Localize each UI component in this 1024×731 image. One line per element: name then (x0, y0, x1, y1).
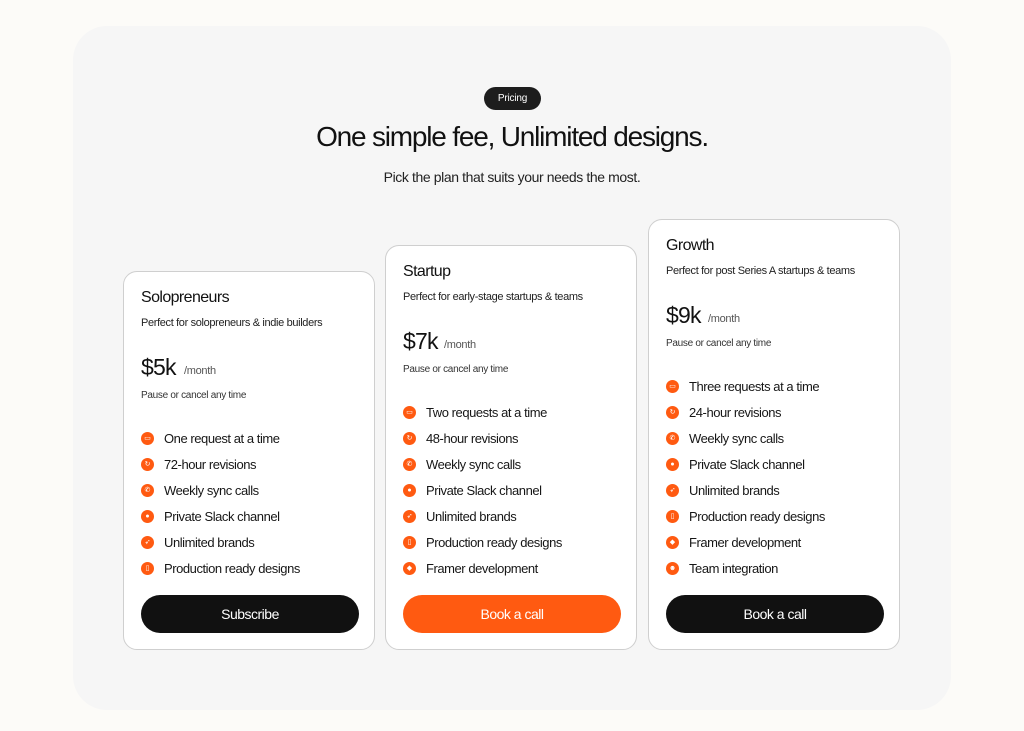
refresh-icon: ↻ (666, 405, 679, 419)
feature-item: ◆ Framer development (403, 555, 562, 581)
plan-card-solopreneurs: Solopreneurs Perfect for solopreneurs & … (123, 271, 375, 650)
rocket-icon: ➶ (403, 509, 416, 523)
framer-icon: ◆ (666, 535, 679, 549)
feature-list: ▭ One request at a time ↻ 72-hour revision… (141, 425, 300, 581)
plan-period: /month (444, 339, 476, 351)
feature-text: 48-hour revisions (426, 430, 519, 446)
page-title: One simple fee, Unlimited designs. (316, 121, 709, 152)
framer-icon: ◆ (403, 561, 416, 575)
feature-item: ↻ 48-hour revisions (403, 425, 562, 451)
feature-item: ● Private Slack channel (403, 477, 562, 503)
feature-item: ↻ 72-hour revisions (141, 451, 300, 477)
feature-item: ▭ One request at a time (141, 425, 300, 451)
feature-item: ▭ Three requests at a time (666, 373, 825, 399)
feature-text: Unlimited brands (426, 508, 517, 524)
plan-period: /month (708, 313, 740, 325)
feature-text: Team integration (689, 560, 778, 576)
phone-icon: ✆ (666, 431, 679, 445)
plan-card-growth: Growth Perfect for post Series A startup… (648, 219, 900, 650)
feature-item: ▯ Production ready designs (141, 555, 300, 581)
refresh-icon: ↻ (141, 457, 154, 471)
rocket-icon: ➶ (141, 535, 154, 549)
chat-icon: ● (403, 483, 416, 497)
feature-text: Three requests at a time (689, 378, 820, 394)
feature-item: ✆ Weekly sync calls (141, 477, 300, 503)
plan-period: /month (184, 365, 216, 377)
phone-icon: ✆ (403, 457, 416, 471)
feature-item: ◆ Framer development (666, 529, 825, 555)
plan-title: Startup (403, 263, 451, 280)
feature-item: ➶ Unlimited brands (141, 529, 300, 555)
feature-item: ● Private Slack channel (141, 503, 300, 529)
book-call-button[interactable]: Book a call (666, 595, 884, 633)
feature-text: One request at a time (164, 430, 280, 446)
phone-icon: ✆ (141, 483, 154, 497)
page-subtitle: Pick the plan that suits your needs the … (383, 169, 641, 185)
chat-icon: ● (141, 509, 154, 523)
feature-item: ● Private Slack channel (666, 451, 825, 477)
plan-title: Solopreneurs (141, 289, 230, 306)
device-icon: ▯ (403, 535, 416, 549)
feature-item: ↻ 24-hour revisions (666, 399, 825, 425)
feature-text: Private Slack channel (689, 456, 805, 472)
inbox-icon: ▭ (666, 379, 679, 393)
feature-text: Production ready designs (689, 508, 825, 524)
device-icon: ▯ (666, 509, 679, 523)
plan-price: $5k (141, 354, 176, 380)
book-call-button[interactable]: Book a call (403, 595, 621, 633)
feature-text: Two requests at a time (426, 404, 547, 420)
feature-item: ▯ Production ready designs (403, 529, 562, 555)
inbox-icon: ▭ (141, 431, 154, 445)
feature-item: ✆ Weekly sync calls (403, 451, 562, 477)
feature-text: Unlimited brands (164, 534, 255, 550)
feature-text: Production ready designs (426, 534, 562, 550)
plan-title: Growth (666, 237, 715, 254)
feature-item: ☻ Team integration (666, 555, 825, 581)
team-icon: ☻ (666, 561, 679, 575)
rocket-icon: ➶ (666, 483, 679, 497)
plan-price: $7k (403, 328, 438, 354)
device-icon: ▯ (141, 561, 154, 575)
feature-text: Private Slack channel (426, 482, 542, 498)
feature-text: Production ready designs (164, 560, 300, 576)
feature-item: ➶ Unlimited brands (403, 503, 562, 529)
feature-text: Unlimited brands (689, 482, 780, 498)
chat-icon: ● (666, 457, 679, 471)
feature-text: 72-hour revisions (164, 456, 257, 472)
plan-note: Pause or cancel any time (141, 390, 247, 401)
plan-description: Perfect for early-stage startups & teams (403, 291, 583, 303)
plan-card-startup: Startup Perfect for early-stage startups… (385, 245, 637, 650)
feature-text: Weekly sync calls (164, 482, 259, 498)
plan-description: Perfect for solopreneurs & indie builder… (141, 317, 323, 329)
inbox-icon: ▭ (403, 405, 416, 419)
plan-note: Pause or cancel any time (403, 364, 509, 375)
feature-text: Framer development (689, 534, 801, 550)
feature-list: ▭ Two requests at a time ↻ 48-hour revisio… (403, 399, 562, 581)
pricing-badge: Pricing (484, 87, 541, 110)
plan-note: Pause or cancel any time (666, 338, 772, 349)
plan-description: Perfect for post Series A startups & tea… (666, 265, 855, 277)
feature-item: ▯ Production ready designs (666, 503, 825, 529)
feature-item: ▭ Two requests at a time (403, 399, 562, 425)
feature-item: ➶ Unlimited brands (666, 477, 825, 503)
subscribe-button[interactable]: Subscribe (141, 595, 359, 633)
feature-text: Framer development (426, 560, 538, 576)
feature-text: Weekly sync calls (689, 430, 784, 446)
feature-text: Weekly sync calls (426, 456, 521, 472)
feature-item: ✆ Weekly sync calls (666, 425, 825, 451)
feature-list: ▭ Three requests at a time ↻ 24-hour revis… (666, 373, 825, 581)
plan-price: $9k (666, 302, 701, 328)
feature-text: Private Slack channel (164, 508, 280, 524)
feature-text: 24-hour revisions (689, 404, 782, 420)
refresh-icon: ↻ (403, 431, 416, 445)
